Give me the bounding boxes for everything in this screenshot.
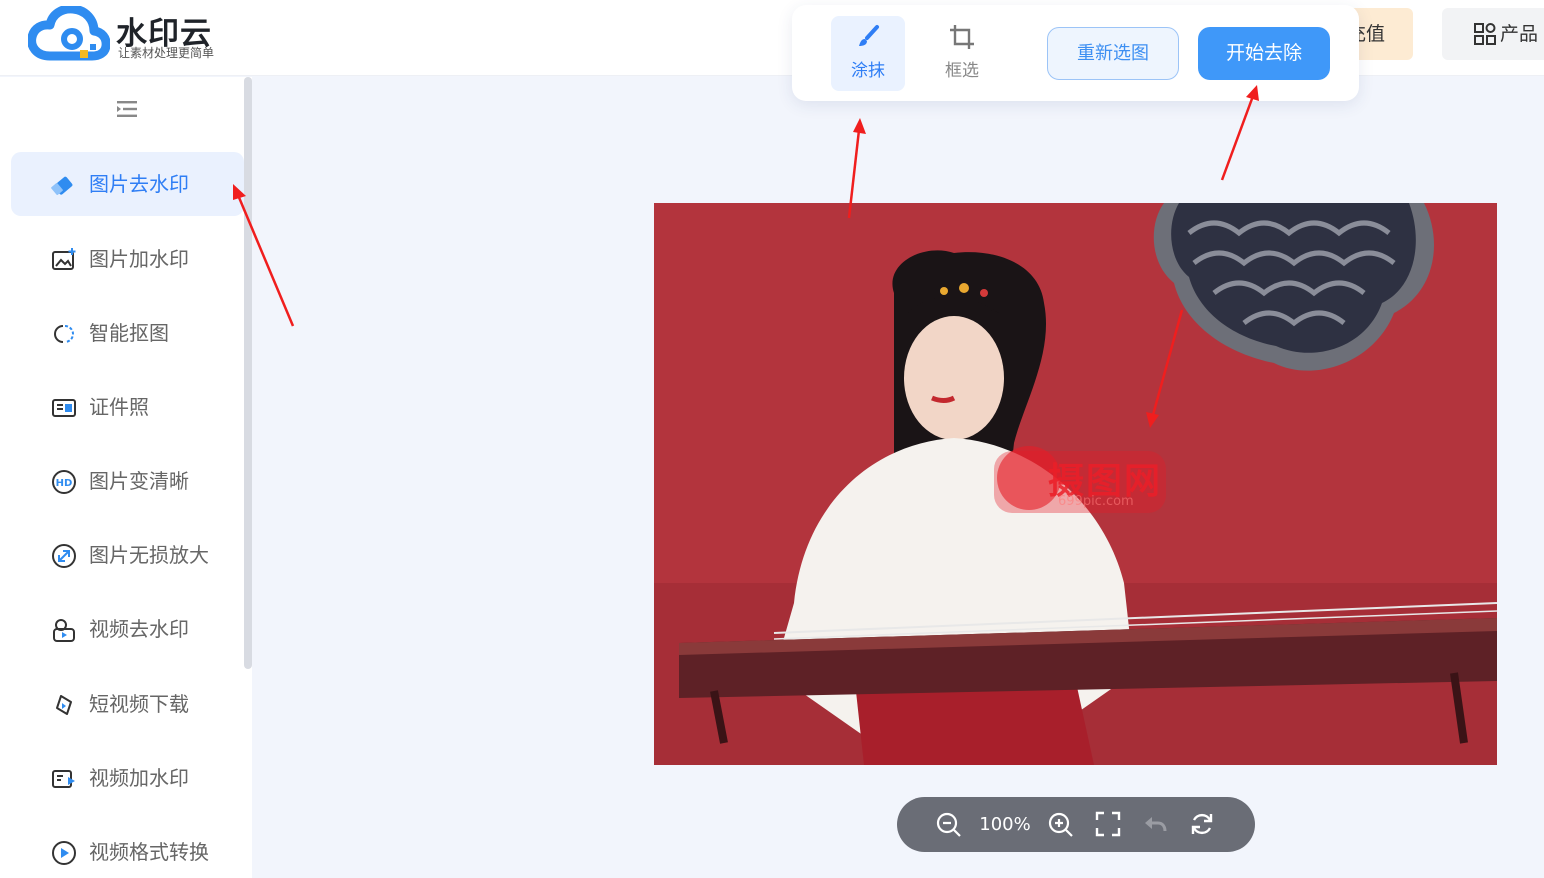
annotation-arrows [233, 85, 1259, 428]
